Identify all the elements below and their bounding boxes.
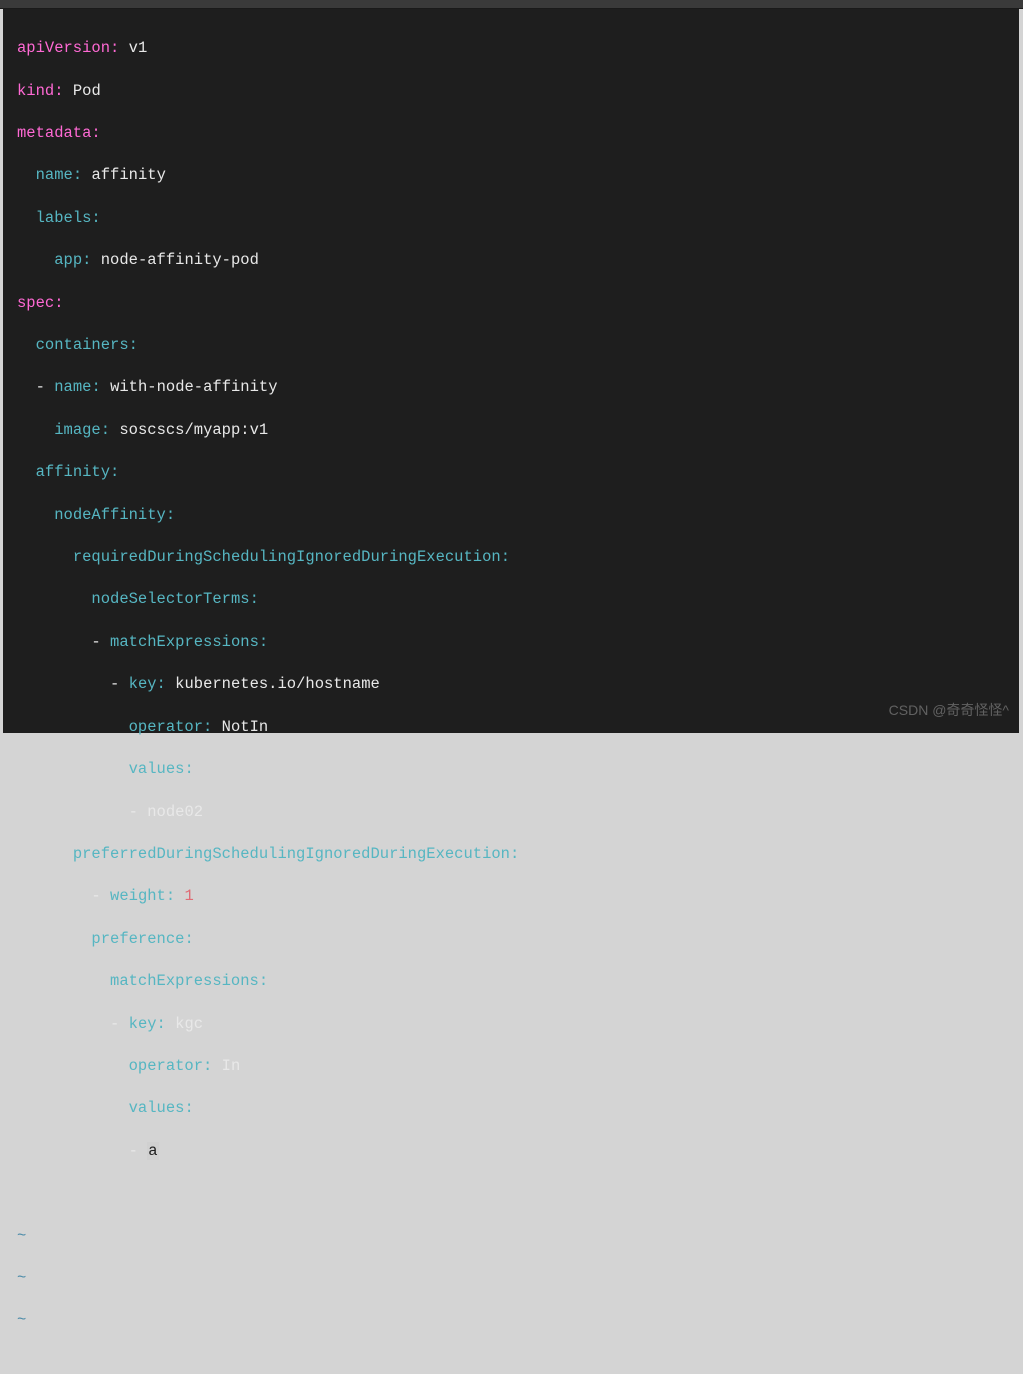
yaml-value: In bbox=[222, 1057, 241, 1075]
yaml-key: name bbox=[36, 166, 73, 184]
code-line: apiVersion: v1 bbox=[17, 38, 1005, 59]
yaml-value: soscscs/myapp:v1 bbox=[119, 421, 268, 439]
yaml-key: affinity bbox=[36, 463, 110, 481]
code-line: operator: NotIn bbox=[17, 717, 1005, 738]
yaml-key: requiredDuringSchedulingIgnoredDuringExe… bbox=[73, 548, 501, 566]
yaml-key: nodeAffinity bbox=[54, 506, 166, 524]
vim-tilde: ~ bbox=[17, 1310, 1005, 1331]
yaml-key: matchExpressions bbox=[110, 633, 259, 651]
code-line: - a bbox=[17, 1141, 1005, 1162]
code-line: affinity: bbox=[17, 462, 1005, 483]
vim-tilde: ~ bbox=[17, 1268, 1005, 1289]
code-line: kind: Pod bbox=[17, 81, 1005, 102]
code-line: image: soscscs/myapp:v1 bbox=[17, 420, 1005, 441]
yaml-key: key bbox=[129, 675, 157, 693]
code-line: name: affinity bbox=[17, 165, 1005, 186]
yaml-value: node-affinity-pod bbox=[101, 251, 259, 269]
yaml-key: values bbox=[129, 1099, 185, 1117]
code-line: containers: bbox=[17, 335, 1005, 356]
yaml-key: labels bbox=[36, 209, 92, 227]
yaml-value: kubernetes.io/hostname bbox=[175, 675, 380, 693]
yaml-value: 1 bbox=[184, 887, 193, 905]
yaml-key: image bbox=[54, 421, 101, 439]
code-line: - key: kubernetes.io/hostname bbox=[17, 674, 1005, 695]
code-line: nodeSelectorTerms: bbox=[17, 589, 1005, 610]
code-line: nodeAffinity: bbox=[17, 505, 1005, 526]
yaml-key: operator bbox=[129, 1057, 203, 1075]
yaml-key: values bbox=[129, 760, 185, 778]
yaml-key: weight bbox=[110, 887, 166, 905]
code-line: spec: bbox=[17, 293, 1005, 314]
yaml-value: Pod bbox=[73, 82, 101, 100]
yaml-value: v1 bbox=[129, 39, 148, 57]
yaml-key: apiVersion bbox=[17, 39, 110, 57]
yaml-key: preference bbox=[91, 930, 184, 948]
cursor: a bbox=[147, 1142, 158, 1160]
vim-tilde: ~ bbox=[17, 1226, 1005, 1247]
code-line: labels: bbox=[17, 208, 1005, 229]
yaml-key: operator bbox=[129, 718, 203, 736]
yaml-key: preferredDuringSchedulingIgnoredDuringEx… bbox=[73, 845, 510, 863]
yaml-value: kgc bbox=[175, 1015, 203, 1033]
yaml-key: name bbox=[54, 378, 91, 396]
code-line: operator: In bbox=[17, 1056, 1005, 1077]
code-line: - matchExpressions: bbox=[17, 632, 1005, 653]
yaml-key: nodeSelectorTerms bbox=[91, 590, 249, 608]
watermark: CSDN @奇奇怪怪^ bbox=[889, 700, 1009, 721]
code-editor[interactable]: apiVersion: v1 kind: Pod metadata: name:… bbox=[3, 9, 1019, 733]
code-line: requiredDuringSchedulingIgnoredDuringExe… bbox=[17, 547, 1005, 568]
code-line: preference: bbox=[17, 929, 1005, 950]
yaml-value: NotIn bbox=[222, 718, 269, 736]
code-line: values: bbox=[17, 1098, 1005, 1119]
yaml-value: node02 bbox=[147, 803, 203, 821]
code-line: - key: kgc bbox=[17, 1014, 1005, 1035]
code-line: app: node-affinity-pod bbox=[17, 250, 1005, 271]
yaml-key: app bbox=[54, 251, 82, 269]
code-line: preferredDuringSchedulingIgnoredDuringEx… bbox=[17, 844, 1005, 865]
yaml-key: metadata bbox=[17, 124, 91, 142]
yaml-key: containers bbox=[36, 336, 129, 354]
yaml-key: key bbox=[129, 1015, 157, 1033]
yaml-key: spec bbox=[17, 294, 54, 312]
code-line: metadata: bbox=[17, 123, 1005, 144]
yaml-key: matchExpressions bbox=[110, 972, 259, 990]
code-line: - name: with-node-affinity bbox=[17, 377, 1005, 398]
empty-line bbox=[17, 1183, 1005, 1204]
yaml-key: kind bbox=[17, 82, 54, 100]
code-line: - weight: 1 bbox=[17, 886, 1005, 907]
yaml-value: affinity bbox=[91, 166, 165, 184]
code-line: matchExpressions: bbox=[17, 971, 1005, 992]
code-line: values: bbox=[17, 759, 1005, 780]
code-line: - node02 bbox=[17, 802, 1005, 823]
tab-bar bbox=[0, 0, 1023, 9]
yaml-value: with-node-affinity bbox=[110, 378, 277, 396]
